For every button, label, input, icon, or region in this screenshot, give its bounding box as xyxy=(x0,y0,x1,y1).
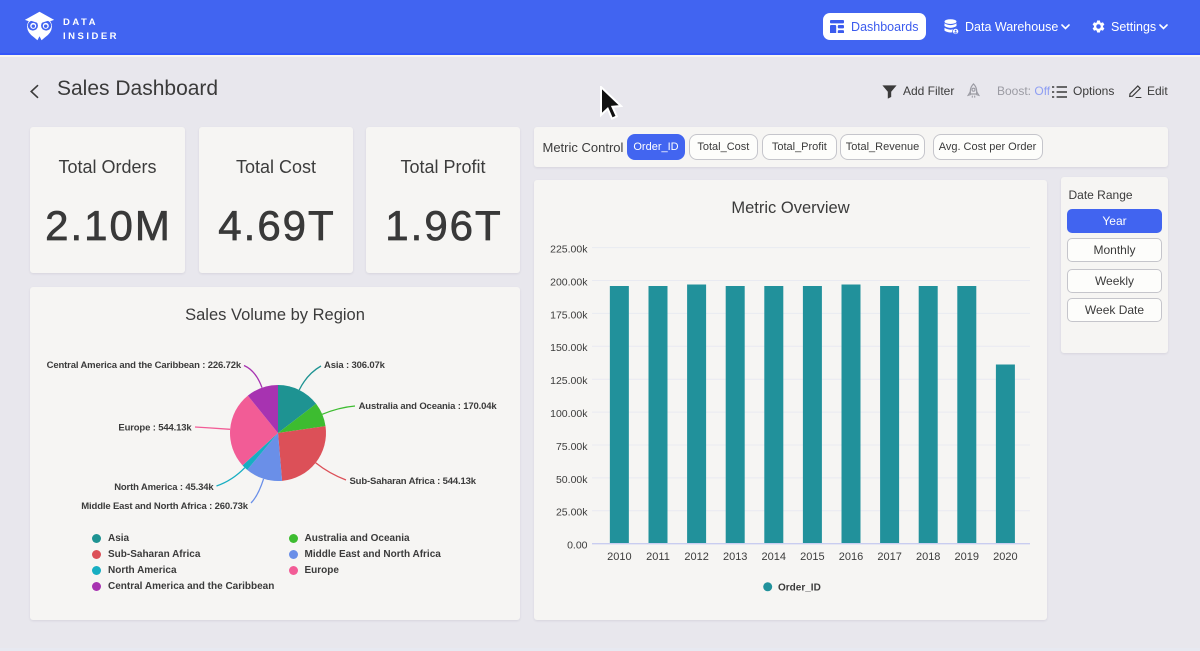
svg-text:75.00k: 75.00k xyxy=(556,441,588,453)
svg-text:2012: 2012 xyxy=(684,551,708,563)
svg-text:North America : 45.34k: North America : 45.34k xyxy=(114,482,214,493)
svg-text:2013: 2013 xyxy=(723,551,747,563)
svg-text:2020: 2020 xyxy=(993,551,1017,563)
svg-text:25.00k: 25.00k xyxy=(556,507,588,519)
svg-text:2016: 2016 xyxy=(839,551,863,563)
svg-text:2019: 2019 xyxy=(955,551,979,563)
svg-text:2014: 2014 xyxy=(762,551,786,563)
svg-text:Metric Overview: Metric Overview xyxy=(731,199,849,217)
svg-text:Australia and Oceania : 170.04: Australia and Oceania : 170.04k xyxy=(359,401,498,412)
svg-text:Sub-Saharan Africa : 544.13k: Sub-Saharan Africa : 544.13k xyxy=(350,476,477,487)
svg-text:2017: 2017 xyxy=(877,551,901,563)
svg-text:150.00k: 150.00k xyxy=(550,342,588,354)
svg-text:2010: 2010 xyxy=(607,551,631,563)
svg-text:Middle East and North Africa :: Middle East and North Africa : 260.73k xyxy=(81,501,248,512)
svg-text:125.00k: 125.00k xyxy=(550,375,588,387)
svg-text:2015: 2015 xyxy=(800,551,824,563)
svg-text:50.00k: 50.00k xyxy=(556,474,588,486)
svg-text:Order_ID: Order_ID xyxy=(778,582,821,593)
svg-text:225.00k: 225.00k xyxy=(550,244,588,256)
svg-text:Asia : 306.07k: Asia : 306.07k xyxy=(324,360,386,371)
svg-text:Central America and the Caribb: Central America and the Caribbean : 226.… xyxy=(47,360,242,371)
svg-text:Europe : 544.13k: Europe : 544.13k xyxy=(118,423,192,434)
svg-text:2011: 2011 xyxy=(646,551,670,563)
svg-text:200.00k: 200.00k xyxy=(550,276,588,288)
svg-text:2018: 2018 xyxy=(916,551,940,563)
svg-text:175.00k: 175.00k xyxy=(550,309,588,321)
svg-text:0.00: 0.00 xyxy=(567,540,588,552)
svg-text:100.00k: 100.00k xyxy=(550,408,588,420)
